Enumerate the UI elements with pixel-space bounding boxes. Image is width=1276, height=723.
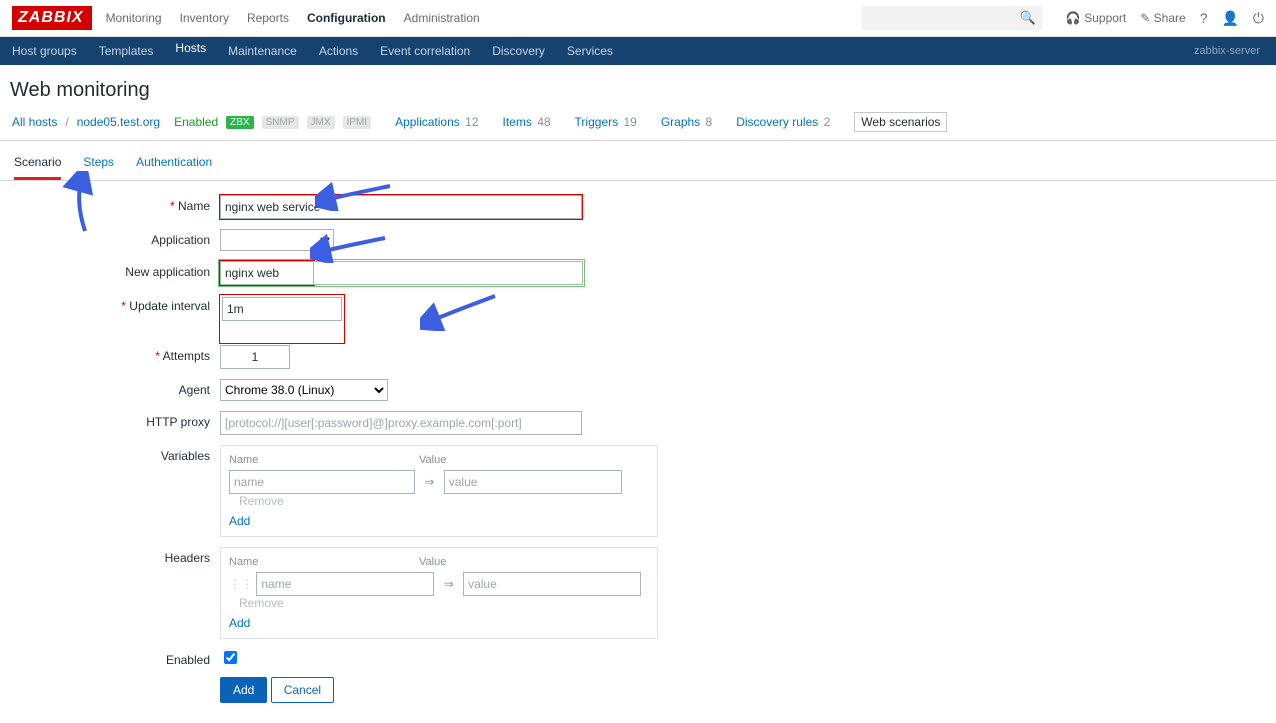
header-name-field[interactable] [256, 572, 434, 596]
sub-menu: Host groups Templates Hosts Maintenance … [0, 37, 1276, 65]
user-icon[interactable]: 👤 [1221, 10, 1238, 27]
label-enabled: Enabled [10, 649, 220, 667]
nav-administration[interactable]: Administration [404, 11, 480, 25]
variable-remove[interactable]: Remove [239, 494, 284, 508]
search-icon[interactable]: 🔍 [1020, 10, 1036, 26]
crumb-sep: / [65, 115, 68, 129]
host-bar: All hosts / node05.test.org Enabled ZBX … [0, 104, 1276, 141]
share-icon: ✎ [1140, 11, 1150, 25]
attempts-field[interactable] [220, 345, 290, 369]
new-application-field-ext[interactable] [314, 261, 583, 285]
label-agent: Agent [10, 379, 220, 397]
subnav-services[interactable]: Services [567, 37, 613, 65]
nav-reports[interactable]: Reports [247, 11, 289, 25]
headers-value-hdr: Value [419, 556, 446, 568]
tag-zbx: ZBX [226, 116, 253, 129]
host-enabled: Enabled [174, 115, 218, 129]
link-applications[interactable]: Applications 12 [395, 115, 478, 129]
tag-ipmi: IPMI [343, 116, 372, 129]
tab-scenario[interactable]: Scenario [14, 151, 61, 180]
share-link[interactable]: ✎ Share [1140, 11, 1185, 25]
server-name: zabbix-server [1194, 45, 1260, 57]
cancel-button[interactable]: Cancel [271, 677, 334, 703]
label-update-interval: Update interval [10, 295, 220, 313]
variables-box: NameValue ⇒ Remove Add [220, 445, 658, 537]
label-http-proxy: HTTP proxy [10, 411, 220, 429]
tag-jmx: JMX [307, 116, 335, 129]
subnav-templates[interactable]: Templates [99, 37, 154, 65]
crumb-all-hosts[interactable]: All hosts [12, 115, 57, 129]
tab-steps[interactable]: Steps [83, 151, 114, 180]
headers-box: NameValue ⋮⋮ ⇒ Remove Add [220, 547, 658, 639]
variables-name-hdr: Name [229, 454, 419, 466]
name-field[interactable] [220, 195, 582, 219]
subnav-host-groups[interactable]: Host groups [12, 37, 77, 65]
label-attempts: Attempts [10, 345, 220, 363]
link-web-scenarios[interactable]: Web scenarios [854, 112, 947, 132]
tab-authentication[interactable]: Authentication [136, 151, 212, 180]
support-link[interactable]: 🎧 Support [1066, 11, 1126, 25]
page-title: Web monitoring [0, 65, 1276, 104]
headset-icon: 🎧 [1066, 11, 1081, 25]
form-tabs: Scenario Steps Authentication [0, 141, 1276, 181]
label-name: Name [10, 195, 220, 213]
link-items[interactable]: Items 48 [503, 115, 551, 129]
subnav-hosts[interactable]: Hosts [175, 34, 206, 69]
enabled-checkbox[interactable] [224, 651, 237, 664]
variable-add-link[interactable]: Add [229, 514, 250, 528]
header-value-field[interactable] [463, 572, 641, 596]
brand-logo: ZABBIX [12, 6, 92, 30]
variable-row: ⇒ Remove [229, 470, 649, 508]
label-new-application: New application [10, 261, 220, 279]
scenario-form: Name Application New application Update … [0, 181, 1276, 723]
variables-value-hdr: Value [419, 454, 446, 466]
subnav-maintenance[interactable]: Maintenance [228, 37, 297, 65]
label-variables: Variables [10, 445, 220, 463]
label-application: Application [10, 229, 220, 247]
nav-inventory[interactable]: Inventory [180, 11, 229, 25]
help-icon[interactable]: ? [1200, 10, 1208, 26]
header-row: ⋮⋮ ⇒ Remove [229, 572, 649, 610]
agent-select[interactable]: Chrome 38.0 (Linux) [220, 379, 388, 401]
new-application-field[interactable] [220, 261, 314, 285]
label-headers: Headers [10, 547, 220, 565]
application-select[interactable] [220, 229, 334, 251]
update-interval-field[interactable] [222, 297, 342, 321]
arrow-icon: ⇒ [424, 475, 434, 489]
nav-monitoring[interactable]: Monitoring [106, 11, 162, 25]
form-buttons: Add Cancel [220, 677, 1266, 703]
crumb-host[interactable]: node05.test.org [77, 115, 160, 129]
link-triggers[interactable]: Triggers 19 [575, 115, 637, 129]
header-add-link[interactable]: Add [229, 616, 250, 630]
variable-value-field[interactable] [444, 470, 622, 494]
search-input[interactable] [862, 6, 1042, 30]
headers-name-hdr: Name [229, 556, 419, 568]
power-icon[interactable]: ⏻ [1253, 10, 1264, 27]
nav-configuration[interactable]: Configuration [307, 11, 386, 25]
subnav-actions[interactable]: Actions [319, 37, 358, 65]
header-remove[interactable]: Remove [239, 596, 284, 610]
search-wrap: 🔍 [862, 6, 1042, 30]
link-discovery[interactable]: Discovery rules 2 [736, 115, 830, 129]
top-menu: ZABBIX Monitoring Inventory Reports Conf… [0, 0, 1276, 37]
tag-snmp: SNMP [262, 116, 299, 129]
variable-name-field[interactable] [229, 470, 415, 494]
link-graphs[interactable]: Graphs 8 [661, 115, 712, 129]
subnav-discovery[interactable]: Discovery [492, 37, 545, 65]
subnav-event-correlation[interactable]: Event correlation [380, 37, 470, 65]
add-button[interactable]: Add [220, 677, 267, 703]
http-proxy-field[interactable] [220, 411, 582, 435]
